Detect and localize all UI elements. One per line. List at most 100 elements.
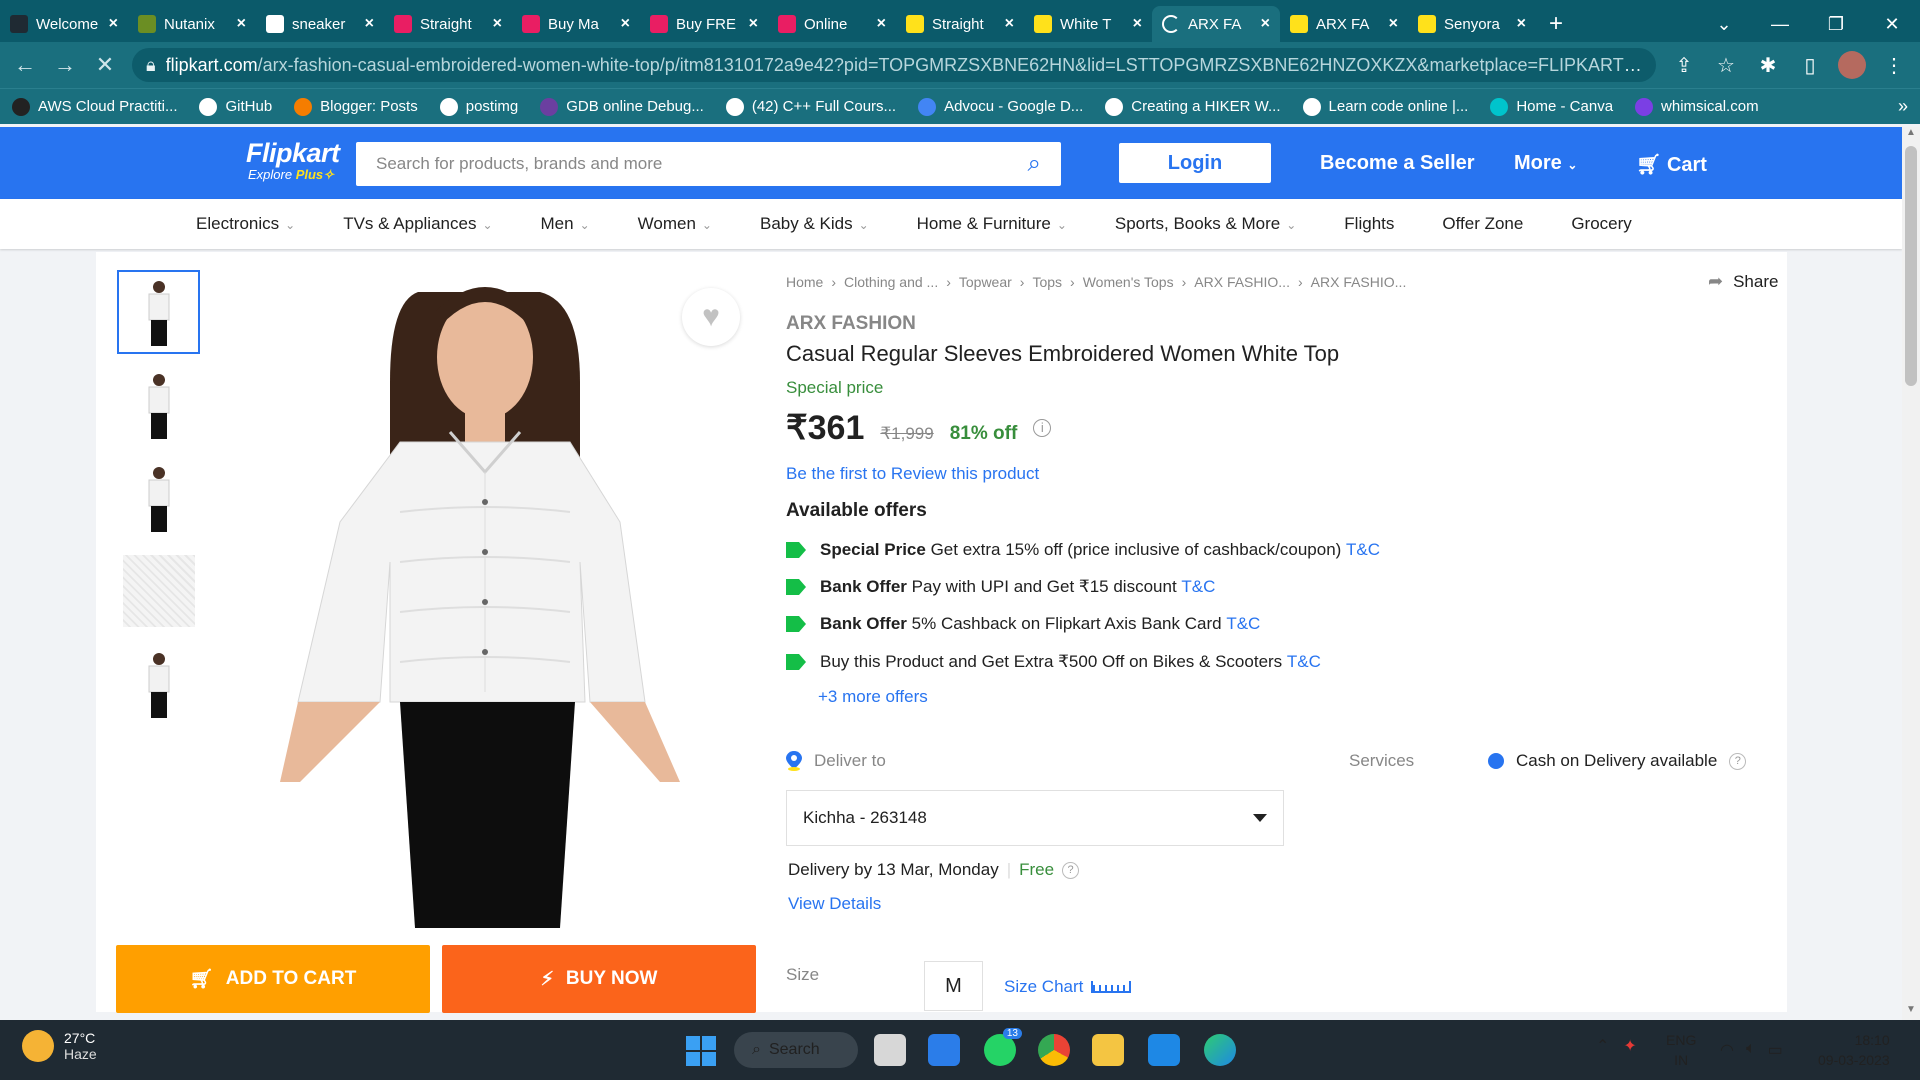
- wishlist-heart-icon[interactable]: ♥: [682, 288, 740, 346]
- language-indicator[interactable]: ENG IN: [1666, 1030, 1696, 1070]
- back-icon[interactable]: ←: [12, 52, 38, 78]
- chrome-icon[interactable]: [1038, 1034, 1070, 1066]
- size-chart-link[interactable]: Size Chart: [1004, 977, 1132, 997]
- new-tab-icon[interactable]: +: [1536, 6, 1576, 42]
- cart-link[interactable]: 🛒︎ Cart: [1636, 152, 1707, 177]
- bookmark-item[interactable]: Advocu - Google D...: [918, 97, 1083, 116]
- product-thumbnail[interactable]: [117, 456, 200, 540]
- file-explorer-window-icon[interactable]: [874, 1034, 906, 1066]
- become-seller-link[interactable]: Become a Seller: [1320, 152, 1475, 175]
- pincode-select[interactable]: Kichha - 263148: [786, 790, 1284, 846]
- buy-now-button[interactable]: ⚡︎ BUY NOW: [442, 945, 756, 1013]
- view-details-link[interactable]: View Details: [788, 894, 881, 914]
- bookmark-item[interactable]: Creating a HIKER W...: [1105, 97, 1281, 116]
- breadcrumb-item[interactable]: Clothing and ...: [844, 274, 938, 290]
- edge-icon[interactable]: [1204, 1034, 1236, 1066]
- close-icon[interactable]: ×: [877, 15, 886, 33]
- browser-tab[interactable]: Senyora ×: [1408, 6, 1536, 42]
- category-item[interactable]: Flights: [1344, 214, 1394, 234]
- bookmarks-overflow-icon[interactable]: »: [1898, 96, 1908, 117]
- info-icon[interactable]: i: [1033, 419, 1052, 437]
- category-item[interactable]: Offer Zone: [1442, 214, 1523, 234]
- category-item[interactable]: Home & Furniture ⌄: [917, 214, 1067, 234]
- bookmark-item[interactable]: (42) C++ Full Cours...: [725, 97, 896, 116]
- windows-start-icon[interactable]: [686, 1036, 716, 1066]
- terms-link[interactable]: T&C: [1181, 577, 1215, 596]
- forward-icon[interactable]: →: [52, 52, 78, 78]
- bookmark-item[interactable]: GitHub: [199, 97, 272, 116]
- terms-link[interactable]: T&C: [1226, 614, 1260, 633]
- browser-tab[interactable]: Welcome ×: [0, 6, 128, 42]
- close-icon[interactable]: ×: [109, 15, 118, 33]
- extensions-icon[interactable]: ✱: [1754, 53, 1782, 78]
- close-icon[interactable]: ×: [237, 15, 246, 33]
- address-bar[interactable]: 🔒︎ flipkart.com/arx-fashion-casual-embro…: [132, 48, 1656, 82]
- bookmark-item[interactable]: AWS Cloud Practiti...: [12, 97, 177, 116]
- profile-avatar[interactable]: [1838, 51, 1866, 79]
- scrollbar-thumb[interactable]: [1905, 146, 1917, 386]
- login-button[interactable]: Login: [1119, 143, 1271, 183]
- browser-tab[interactable]: White T ×: [1024, 6, 1152, 42]
- category-item[interactable]: Men ⌄: [541, 214, 590, 234]
- restore-icon[interactable]: ❐: [1808, 6, 1864, 42]
- tray-app-icon[interactable]: ✦: [1623, 1036, 1636, 1056]
- folder-icon[interactable]: [1092, 1034, 1124, 1066]
- close-icon[interactable]: ×: [1005, 15, 1014, 33]
- close-icon[interactable]: ×: [621, 15, 630, 33]
- side-panel-icon[interactable]: ▯: [1796, 53, 1824, 78]
- breadcrumb-item[interactable]: ARX FASHIO...: [1194, 274, 1290, 290]
- product-brand[interactable]: ARX FASHION: [786, 313, 916, 335]
- minimize-icon[interactable]: —: [1752, 6, 1808, 42]
- weather-widget[interactable]: 27°C Haze: [22, 1030, 97, 1062]
- stop-loading-icon[interactable]: ✕: [92, 52, 118, 78]
- scroll-down-icon[interactable]: ▼: [1902, 1004, 1920, 1020]
- product-thumbnail[interactable]: [117, 642, 200, 726]
- product-thumbnail[interactable]: [117, 270, 200, 354]
- close-icon[interactable]: ×: [749, 15, 758, 33]
- bookmark-star-icon[interactable]: ☆: [1712, 53, 1740, 78]
- todo-icon[interactable]: [928, 1034, 960, 1066]
- close-icon[interactable]: ×: [1133, 15, 1142, 33]
- search-icon[interactable]: ⌕: [1028, 150, 1041, 178]
- share-page-icon[interactable]: ⇪: [1670, 53, 1698, 78]
- whatsapp-icon[interactable]: 13: [984, 1028, 1022, 1066]
- more-menu[interactable]: More ⌄: [1514, 152, 1577, 175]
- scroll-up-icon[interactable]: ▲: [1902, 127, 1920, 143]
- close-icon[interactable]: ×: [1261, 15, 1270, 33]
- tab-search-icon[interactable]: ⌄: [1696, 6, 1752, 42]
- category-item[interactable]: Women ⌄: [638, 214, 712, 234]
- close-window-icon[interactable]: ✕: [1864, 6, 1920, 42]
- category-item[interactable]: Sports, Books & More ⌄: [1115, 214, 1296, 234]
- product-thumbnail[interactable]: [117, 363, 200, 447]
- category-item[interactable]: Grocery: [1571, 214, 1631, 234]
- breadcrumb-item[interactable]: Topwear: [959, 274, 1012, 290]
- browser-tab[interactable]: Straight ×: [384, 6, 512, 42]
- category-item[interactable]: TVs & Appliances ⌄: [343, 214, 492, 234]
- help-icon[interactable]: ?: [1062, 861, 1080, 879]
- breadcrumb-item[interactable]: Women's Tops: [1083, 274, 1174, 290]
- share-button[interactable]: ➦ Share: [1708, 271, 1778, 292]
- close-icon[interactable]: ×: [365, 15, 374, 33]
- browser-tab[interactable]: ARX FA ×: [1280, 6, 1408, 42]
- close-icon[interactable]: ×: [1517, 15, 1526, 33]
- terms-link[interactable]: T&C: [1346, 540, 1380, 559]
- more-offers-link[interactable]: +3 more offers: [818, 687, 928, 707]
- bookmark-item[interactable]: Home - Canva: [1490, 97, 1613, 116]
- add-to-cart-button[interactable]: 🛒︎ ADD TO CART: [116, 945, 430, 1013]
- status-icons[interactable]: ◠ 🔈︎ ▭: [1720, 1040, 1783, 1060]
- clock[interactable]: 18:10 09-03-2023: [1818, 1030, 1890, 1070]
- bookmark-item[interactable]: whimsical.com: [1635, 97, 1759, 116]
- flipkart-logo[interactable]: Flipkart Explore Plus✧: [246, 138, 340, 183]
- bookmark-item[interactable]: Blogger: Posts: [294, 97, 418, 116]
- chevron-up-icon[interactable]: ⌃: [1596, 1036, 1609, 1056]
- bookmark-item[interactable]: Learn code online |...: [1302, 97, 1468, 116]
- size-option[interactable]: M: [924, 961, 983, 1011]
- browser-tab[interactable]: Online ×: [768, 6, 896, 42]
- breadcrumb-item[interactable]: ARX FASHIO...: [1311, 274, 1407, 290]
- browser-tab[interactable]: ARX FA ×: [1152, 6, 1280, 42]
- terms-link[interactable]: T&C: [1287, 652, 1321, 671]
- browser-tab[interactable]: Nutanix ×: [128, 6, 256, 42]
- taskbar-search[interactable]: ⌕ Search: [734, 1032, 858, 1068]
- breadcrumb-item[interactable]: Home: [786, 274, 823, 290]
- bookmark-item[interactable]: GDB online Debug...: [540, 97, 704, 116]
